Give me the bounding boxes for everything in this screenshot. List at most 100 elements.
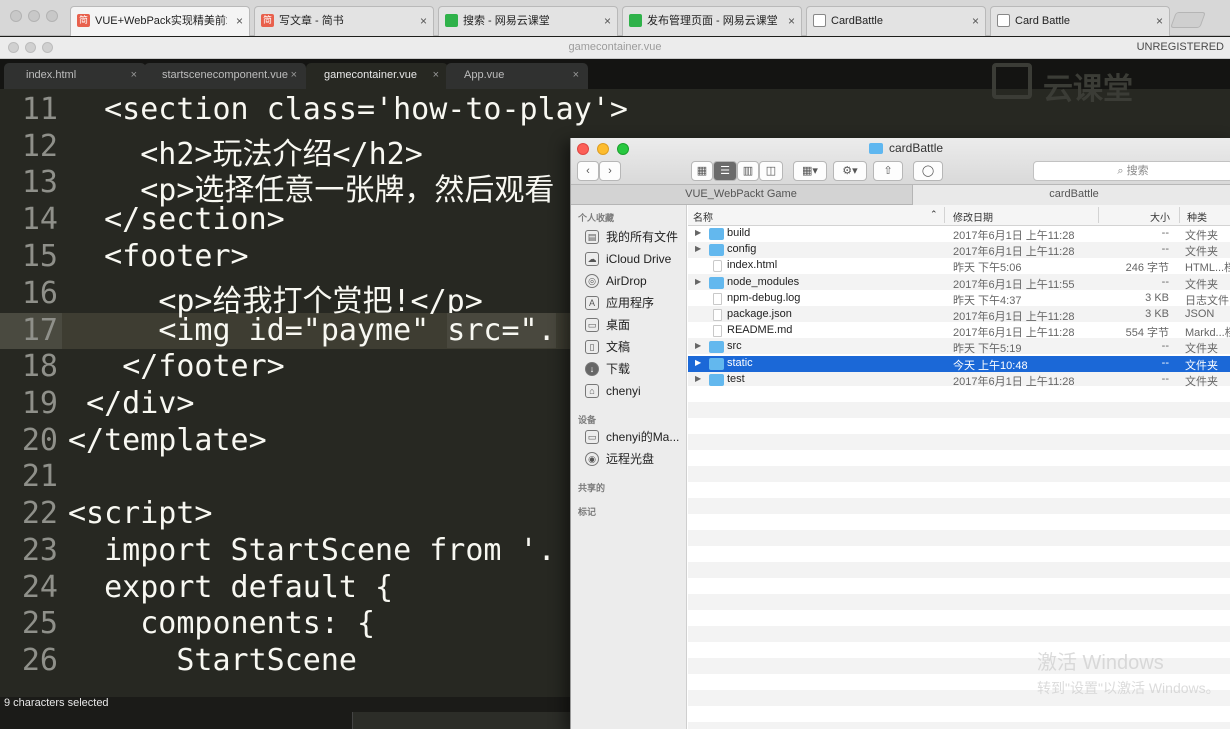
line-number: 21 xyxy=(21,459,58,494)
gear-icon[interactable]: ⚙▾ xyxy=(833,161,867,181)
column-header-date[interactable]: 修改日期 xyxy=(953,209,993,224)
line-number: 20 xyxy=(21,423,58,458)
downloads-icon: ↓ xyxy=(585,362,599,376)
new-tab-button[interactable] xyxy=(1170,12,1206,28)
table-row[interactable]: ▶ build 2017年6月1日 上午11:28 -- 文件夹 xyxy=(688,226,1230,242)
code-line: </template> xyxy=(68,423,267,458)
back-button[interactable]: ‹ xyxy=(577,161,599,181)
line-number: 11 xyxy=(21,92,58,127)
close-icon[interactable]: × xyxy=(1156,7,1163,35)
table-row[interactable]: ▶ test 2017年6月1日 上午11:28 -- 文件夹 xyxy=(688,372,1230,388)
finder-minimize-dot[interactable] xyxy=(597,143,609,155)
browser-zoom-dot[interactable] xyxy=(46,10,58,22)
code-line: <script> xyxy=(68,496,213,531)
forward-button[interactable]: › xyxy=(599,161,621,181)
table-row[interactable]: ▶ node_modules 2017年6月1日 上午11:55 -- 文件夹 xyxy=(688,275,1230,291)
line-number: 25 xyxy=(21,606,58,641)
browser-tab-label: 发布管理页面 - 网易云课堂 xyxy=(647,15,778,27)
finder-close-dot[interactable] xyxy=(577,143,589,155)
editor-tab-startscenecomponent[interactable]: startscenecomponent.vue × xyxy=(144,63,306,89)
close-icon[interactable]: × xyxy=(788,7,795,35)
browser-tab-label: 写文章 - 简书 xyxy=(279,15,344,27)
line-number: 23 xyxy=(21,533,58,568)
browser-tab-publish[interactable]: 发布管理页面 - 网易云课堂 × xyxy=(622,6,802,36)
finder-zoom-dot[interactable] xyxy=(617,143,629,155)
browser-tab-label: VUE+WebPack实现精美前端 xyxy=(95,15,227,27)
table-row-selected[interactable]: ▶ static 今天 上午10:48 -- 文件夹 xyxy=(688,355,1230,372)
share-icon[interactable]: ⇧ xyxy=(873,161,903,181)
table-row[interactable]: package.json 2017年6月1日 上午11:28 3 KB JSON xyxy=(688,307,1230,323)
close-icon[interactable]: × xyxy=(291,63,297,87)
netease-favicon-icon xyxy=(629,14,642,27)
activation-subtitle: 转到"设置"以激活 Windows。 xyxy=(1037,680,1220,696)
folder-icon xyxy=(709,244,724,257)
favorites-header: 个人收藏 xyxy=(578,213,615,223)
folder-icon xyxy=(709,228,724,240)
finder-tab-vue-webpack[interactable]: VUE_WebPackt Game xyxy=(571,185,911,205)
browser-close-dot[interactable] xyxy=(10,10,22,22)
gallery-icon[interactable]: ◫ xyxy=(759,161,783,181)
column-icon[interactable]: ▥ xyxy=(737,161,759,181)
all-files-icon: ▤ xyxy=(585,230,599,244)
html-file-icon xyxy=(713,260,722,273)
browser-tab-search[interactable]: 搜索 - 网易云课堂 × xyxy=(438,6,618,36)
finder-title: cardBattle xyxy=(889,141,944,155)
line-number: 15 xyxy=(21,239,58,274)
finder-tab-cardbattle[interactable]: cardBattle xyxy=(912,185,1230,205)
close-icon[interactable]: × xyxy=(604,7,611,35)
column-header-name[interactable]: 名称 xyxy=(693,209,713,224)
close-icon[interactable]: × xyxy=(972,7,979,35)
code-line: <section class='how-to-play'> xyxy=(104,92,628,127)
browser-minimize-dot[interactable] xyxy=(28,10,40,22)
status-text: 9 characters selected xyxy=(4,697,109,709)
browser-tab-card-battle[interactable]: Card Battle × xyxy=(990,6,1170,36)
column-header-kind[interactable]: 种类 xyxy=(1187,209,1207,224)
disclosure-triangle-icon: ▶ xyxy=(695,276,702,286)
disclosure-triangle-icon: ▶ xyxy=(695,228,702,237)
column-header-size[interactable]: 大小 xyxy=(1150,209,1170,224)
code-line: </footer> xyxy=(122,349,285,384)
table-row[interactable]: ▶ src 昨天 下午5:19 -- 文件夹 xyxy=(688,339,1230,355)
grid-icon[interactable]: ▦ xyxy=(691,161,713,181)
disclosure-triangle-icon: ▶ xyxy=(695,341,702,351)
code-line: <img id="payme" src=". xyxy=(158,313,556,348)
table-row[interactable]: npm-debug.log 昨天 下午4:37 3 KB 日志文件 xyxy=(688,291,1230,307)
line-number: 14 xyxy=(21,202,58,237)
file-icon xyxy=(713,325,722,338)
page-favicon-icon xyxy=(813,14,826,27)
browser-tab-strip: 简 VUE+WebPack实现精美前端 × 简 写文章 - 简书 × 搜索 - … xyxy=(0,0,1230,36)
jianshu-favicon-icon: 简 xyxy=(77,14,90,27)
disclosure-triangle-icon: ▶ xyxy=(695,357,702,367)
browser-tab-cardbattle[interactable]: CardBattle × xyxy=(806,6,986,36)
browser-tab-vue-webpack[interactable]: 简 VUE+WebPack实现精美前端 × xyxy=(70,6,250,36)
arrange-icon[interactable]: ▦▾ xyxy=(793,161,827,181)
list-icon[interactable]: ☰ xyxy=(713,161,737,181)
close-icon[interactable]: × xyxy=(420,7,427,35)
close-icon[interactable]: × xyxy=(573,63,579,87)
disclosure-triangle-icon: ▶ xyxy=(695,373,702,383)
table-row[interactable]: README.md 2017年6月1日 上午11:28 554 字节 Markd...… xyxy=(688,323,1230,339)
close-icon[interactable]: × xyxy=(433,63,439,87)
editor-tab-app-vue[interactable]: App.vue × xyxy=(446,63,588,89)
tag-icon[interactable]: ◯ xyxy=(913,161,943,181)
watermark-text: 云课堂 xyxy=(1043,73,1133,106)
sort-ascending-icon[interactable]: ⌃ xyxy=(930,209,938,220)
folder-icon xyxy=(869,143,883,154)
cloud-icon: ☁ xyxy=(585,252,599,266)
browser-tab-jianshu[interactable]: 简 写文章 - 简书 × xyxy=(254,6,434,36)
editor-tab-gamecontainer[interactable]: gamecontainer.vue × xyxy=(306,63,448,89)
column-headers: 名称 ⌃ 修改日期 大小 种类 xyxy=(688,205,1230,226)
close-icon[interactable]: × xyxy=(131,63,137,87)
code-line: StartScene xyxy=(176,643,357,678)
unregistered-label: UNREGISTERED xyxy=(1136,41,1224,53)
editor-tab-index-html[interactable]: index.html × xyxy=(4,63,146,89)
table-row[interactable]: index.html昨天 下午5:06246 字节HTML...档 xyxy=(688,258,1230,274)
page-favicon-icon xyxy=(997,14,1010,27)
code-line: import StartScene from '. xyxy=(104,533,556,568)
search-input[interactable]: ⌕ 搜索 xyxy=(1033,161,1230,181)
close-icon[interactable]: × xyxy=(236,7,243,35)
disc-icon: ◉ xyxy=(585,452,599,466)
editor-tab-label: index.html xyxy=(26,69,77,81)
line-number: 17 xyxy=(21,313,58,348)
table-row[interactable]: ▶ config 2017年6月1日 上午11:28 -- 文件夹 xyxy=(688,242,1230,258)
